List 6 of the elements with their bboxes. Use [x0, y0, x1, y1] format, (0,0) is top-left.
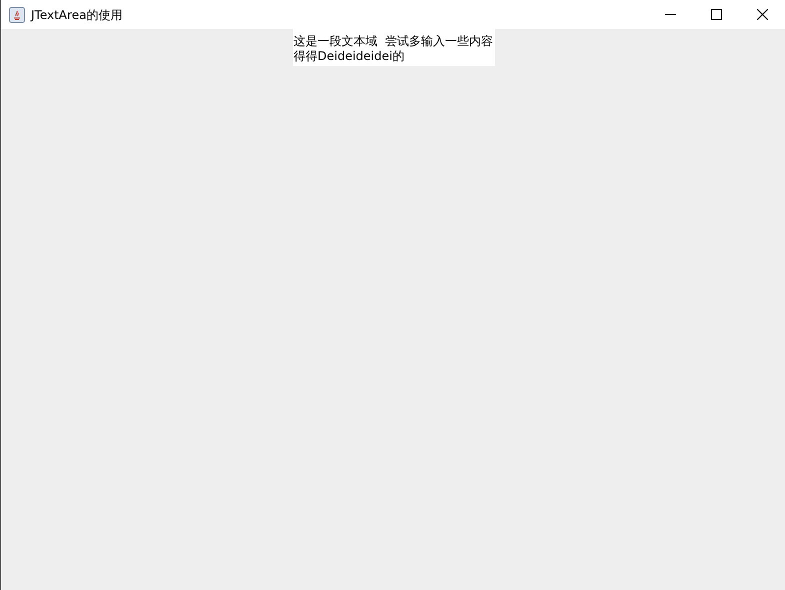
maximize-icon [710, 9, 722, 20]
close-icon [756, 9, 768, 20]
minimize-icon [664, 14, 676, 15]
app-icon [9, 6, 25, 22]
text-area[interactable]: 这是一段文本域 尝试多输入一些内容 得得Deideideidei的 [292, 29, 494, 66]
window-title: JTextArea的使用 [31, 6, 122, 24]
